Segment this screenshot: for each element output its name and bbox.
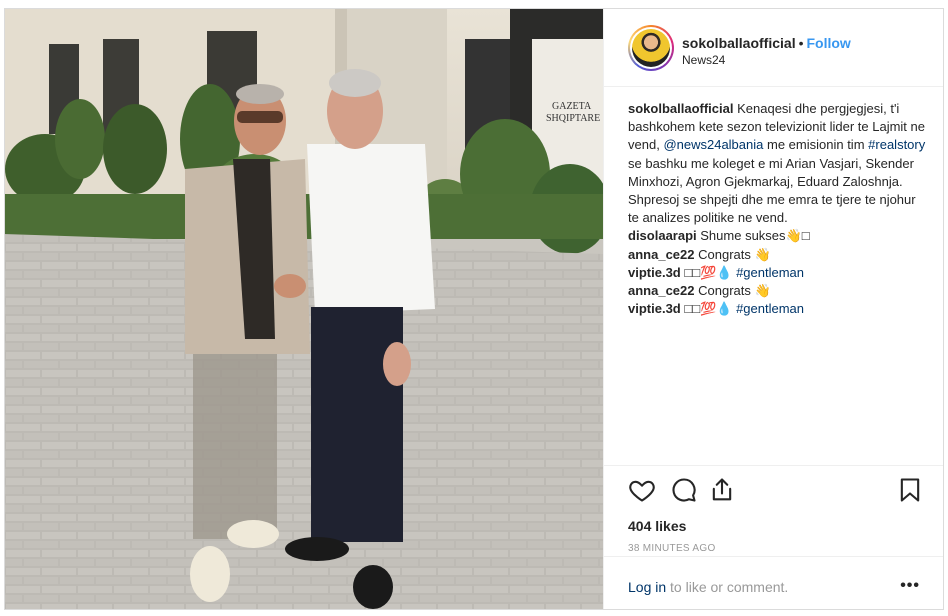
timestamp[interactable]: 38 MINUTES AGO [628,543,716,554]
list-item: anna_ce22 Congrats 👋 [628,246,928,264]
comment-text: □□💯💧 [684,264,733,280]
avatar-image [632,29,670,67]
caption-hashtag[interactable]: #realstory [868,137,925,152]
photo-illustration: GAZETA SHQIPTARE [5,9,603,609]
avatar[interactable] [628,25,674,71]
location-link[interactable]: News24 [682,53,725,67]
comment-text: Congrats 👋 [698,283,771,299]
login-rest: to like or comment. [666,579,789,595]
comment-hashtag[interactable]: #gentleman [736,265,804,280]
post-side-panel: sokolballaofficial • Follow News24 sokolba… [603,9,943,609]
comments-list: sokolballaofficial Kenaqesi dhe pergjegj… [628,100,928,318]
comment-text: □□💯💧 [684,301,733,317]
header-separator: • [798,35,804,51]
likes-count[interactable]: 404 likes [628,518,686,534]
bookmark-icon[interactable] [896,476,928,508]
comment-username[interactable]: disolaarapi [628,228,697,243]
list-item: viptie.3d □□💯💧 #gentleman [628,264,928,282]
caption: sokolballaofficial Kenaqesi dhe pergjegj… [628,100,928,227]
list-item: disolaarapi Shume sukses👋□ [628,227,928,245]
caption-text-3: se bashku me koleget e mi Arian Vasjari,… [628,155,916,226]
comment-text: Congrats 👋 [698,246,771,262]
sign-shqiptare: SHQIPTARE [546,113,600,124]
header-username[interactable]: sokolballaofficial [682,35,796,51]
comment-username[interactable]: anna_ce22 [628,283,695,298]
comment-username[interactable]: anna_ce22 [628,247,695,262]
header-username-line: sokolballaofficial • Follow [682,35,851,51]
post-photo[interactable]: GAZETA SHQIPTARE [5,9,603,609]
caption-mention[interactable]: @news24albania [663,137,763,152]
heart-icon[interactable] [628,476,660,508]
login-bar: Log in to like or comment. ••• [604,556,943,609]
post-actions: 404 likes 38 MINUTES AGO Log in to like … [604,465,943,609]
comment-text: Shume sukses👋□ [700,228,810,244]
follow-button[interactable]: Follow [807,35,851,51]
caption-text-2: me emisionin tim [767,137,865,153]
comment-icon[interactable] [670,476,702,508]
post-header: sokolballaofficial • Follow News24 [604,9,943,87]
list-item: viptie.3d □□💯💧 #gentleman [628,300,928,318]
comment-hashtag[interactable]: #gentleman [736,301,804,316]
share-icon[interactable] [708,476,740,508]
caption-username[interactable]: sokolballaofficial [628,101,733,116]
login-prompt: Log in to like or comment. [628,579,788,595]
comment-username[interactable]: viptie.3d [628,301,681,316]
instagram-post-card: GAZETA SHQIPTARE sokolballaofficial • Fo… [4,8,944,610]
sign-gazeta: GAZETA [552,101,592,112]
list-item: anna_ce22 Congrats 👋 [628,282,928,300]
login-link[interactable]: Log in [628,579,666,595]
more-options-icon[interactable]: ••• [900,577,920,595]
comment-username[interactable]: viptie.3d [628,265,681,280]
